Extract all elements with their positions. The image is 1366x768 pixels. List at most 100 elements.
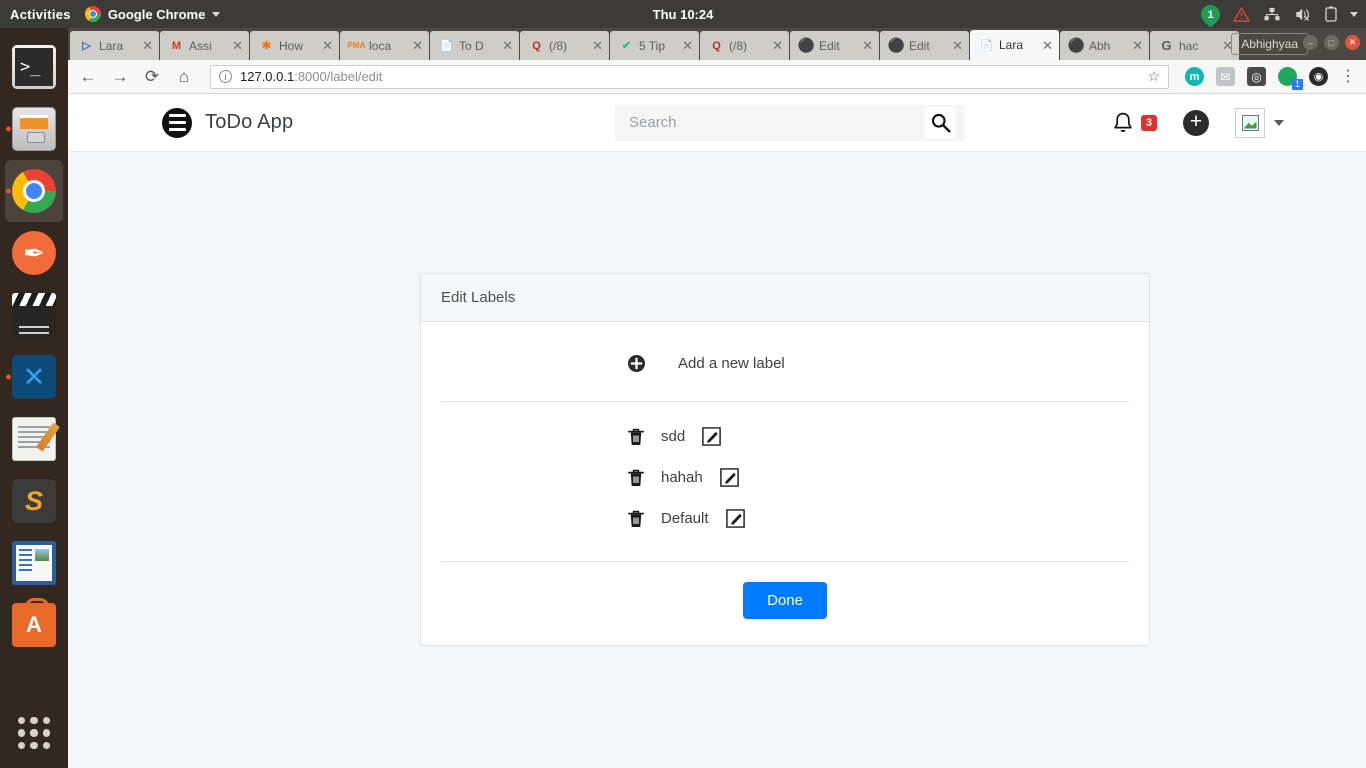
dock-item-terminal[interactable]: >_ [5, 36, 63, 98]
extension-dark-icon[interactable]: ◉ [1309, 67, 1328, 86]
message-indicator[interactable]: 1 [1197, 0, 1224, 28]
google-icon: G [1161, 38, 1172, 53]
reload-button[interactable]: ⟳ [142, 68, 162, 85]
dock-item-sublime-text[interactable] [5, 470, 63, 532]
browser-tab[interactable]: ⚫ Abh ✕ [1060, 31, 1149, 60]
tab-title: Edit [909, 38, 930, 53]
extension-m-icon[interactable]: m [1185, 67, 1204, 86]
info-circle-icon[interactable]: i [219, 70, 232, 83]
dock-item-notes[interactable] [5, 408, 63, 470]
search-button[interactable] [925, 106, 955, 139]
tab-strip: ▷ Lara ✕ M Assi ✕ ✱ How ✕ PMA loca ✕ 📄 T… [68, 28, 1366, 60]
warning-triangle-icon[interactable] [1233, 6, 1250, 22]
tab-close-icon[interactable]: ✕ [680, 39, 695, 52]
volume-muted-icon[interactable] [1294, 7, 1312, 22]
dock-item-show-applications[interactable] [5, 702, 63, 764]
back-button[interactable]: ← [78, 68, 98, 85]
chrome-icon [12, 169, 56, 213]
gnome-top-bar: Activities Google Chrome Thu 10:24 1 [0, 0, 1366, 28]
network-wired-icon[interactable] [1263, 7, 1281, 22]
system-menu-chevron-icon[interactable] [1350, 11, 1358, 17]
close-button[interactable]: ✕ [1345, 35, 1360, 50]
trash-icon[interactable] [627, 427, 645, 447]
dock-item-ubuntu-software[interactable] [5, 594, 63, 656]
tab-close-icon[interactable]: ✕ [410, 39, 425, 52]
browser-tab[interactable]: G hac ✕ [1150, 31, 1239, 60]
search-input[interactable] [629, 114, 925, 131]
browser-tab[interactable]: ▷ Lara ✕ [70, 31, 159, 60]
dock-item-vs-code[interactable] [5, 346, 63, 408]
browser-tab[interactable]: PMA loca ✕ [340, 31, 429, 60]
tab-title: Assi [189, 38, 212, 53]
card-title: Edit Labels [421, 274, 1149, 322]
dock-item-libreoffice[interactable] [5, 532, 63, 594]
browser-tab[interactable]: ✱ How ✕ [250, 31, 339, 60]
forward-button[interactable]: → [110, 68, 130, 85]
pencil-square-icon[interactable] [719, 467, 740, 488]
tab-title: How [279, 38, 304, 53]
browser-tab[interactable]: M Assi ✕ [160, 31, 249, 60]
browser-tab-active[interactable]: 📄 Lara ✕ [970, 30, 1059, 60]
dock-item-files[interactable] [5, 98, 63, 160]
notifications-button[interactable]: 3 [1111, 111, 1157, 135]
pencil-square-icon[interactable] [725, 508, 746, 529]
browser-tab[interactable]: ⚫ Edit ✕ [790, 31, 879, 60]
tab-close-icon[interactable]: ✕ [590, 39, 605, 52]
tab-close-icon[interactable]: ✕ [1130, 39, 1145, 52]
browser-tab[interactable]: Q (/8) ✕ [520, 31, 609, 60]
chrome-menu-icon[interactable]: ⋮ [1340, 68, 1356, 85]
tab-close-icon[interactable]: ✕ [950, 39, 965, 52]
avatar[interactable] [1235, 107, 1265, 138]
terminal-icon: >_ [12, 45, 56, 89]
active-app-menu[interactable]: Google Chrome [84, 6, 221, 22]
tab-close-icon[interactable]: ✕ [1040, 39, 1055, 52]
github-icon: ⚫ [887, 37, 906, 53]
files-icon [12, 107, 56, 151]
trash-icon[interactable] [627, 509, 645, 529]
browser-tab[interactable]: ✔ 5 Tip ✕ [610, 31, 699, 60]
profile-chip[interactable]: Abhighyaa [1231, 33, 1308, 55]
browser-tab[interactable]: 📄 To D ✕ [430, 31, 519, 60]
add-button[interactable]: + [1183, 109, 1209, 136]
dock-item-google-chrome[interactable] [5, 160, 63, 222]
tab-title: Lara [99, 38, 124, 53]
chrome-window: ▷ Lara ✕ M Assi ✕ ✱ How ✕ PMA loca ✕ 📄 T… [68, 28, 1366, 768]
trash-icon[interactable] [627, 468, 645, 488]
search-bar[interactable] [615, 104, 965, 141]
done-button[interactable]: Done [743, 582, 827, 619]
home-button[interactable]: ⌂ [174, 68, 194, 85]
pencil-square-icon[interactable] [701, 426, 722, 447]
tab-close-icon[interactable]: ✕ [500, 39, 515, 52]
url-text: 127.0.0.1:8000/label/edit [240, 69, 382, 84]
github-icon: ⚫ [1067, 37, 1086, 53]
add-new-label-row[interactable]: Add a new label [441, 340, 1129, 391]
extension-green-icon[interactable]: 1 [1278, 67, 1303, 90]
tab-close-icon[interactable]: ✕ [770, 39, 785, 52]
star-icon[interactable]: ☆ [1147, 68, 1160, 85]
libreoffice-icon [12, 541, 56, 585]
tab-close-icon[interactable]: ✕ [860, 39, 875, 52]
caret-down-icon[interactable] [1274, 119, 1284, 126]
browser-tab[interactable]: ⚫ Edit ✕ [880, 31, 969, 60]
minimize-button[interactable]: – [1303, 35, 1318, 50]
brand[interactable]: ToDo App [162, 107, 293, 138]
extension-mail-icon[interactable]: ✉ [1216, 67, 1235, 86]
tab-title: (/8) [729, 38, 747, 53]
tab-close-icon[interactable]: ✕ [230, 39, 245, 52]
tab-close-icon[interactable]: ✕ [140, 39, 155, 52]
dock-item-video-editor[interactable] [5, 284, 63, 346]
battery-icon[interactable] [1325, 6, 1337, 22]
dock-item-postman[interactable] [5, 222, 63, 284]
laravel-icon: ▷ [82, 40, 91, 52]
user-menu[interactable] [1235, 107, 1284, 138]
tab-close-icon[interactable]: ✕ [320, 39, 335, 52]
maximize-button[interactable]: □ [1324, 35, 1339, 50]
video-editor-icon [12, 293, 56, 337]
activities-button[interactable]: Activities [0, 7, 85, 22]
hamburger-circle-icon[interactable] [162, 107, 192, 138]
plus-circle-icon[interactable] [627, 354, 646, 373]
bell-icon [1114, 112, 1132, 132]
extension-bulb-icon[interactable]: ◎ [1247, 67, 1266, 86]
address-bar[interactable]: i 127.0.0.1:8000/label/edit ☆ [210, 64, 1169, 89]
browser-tab[interactable]: Q (/8) ✕ [700, 31, 789, 60]
